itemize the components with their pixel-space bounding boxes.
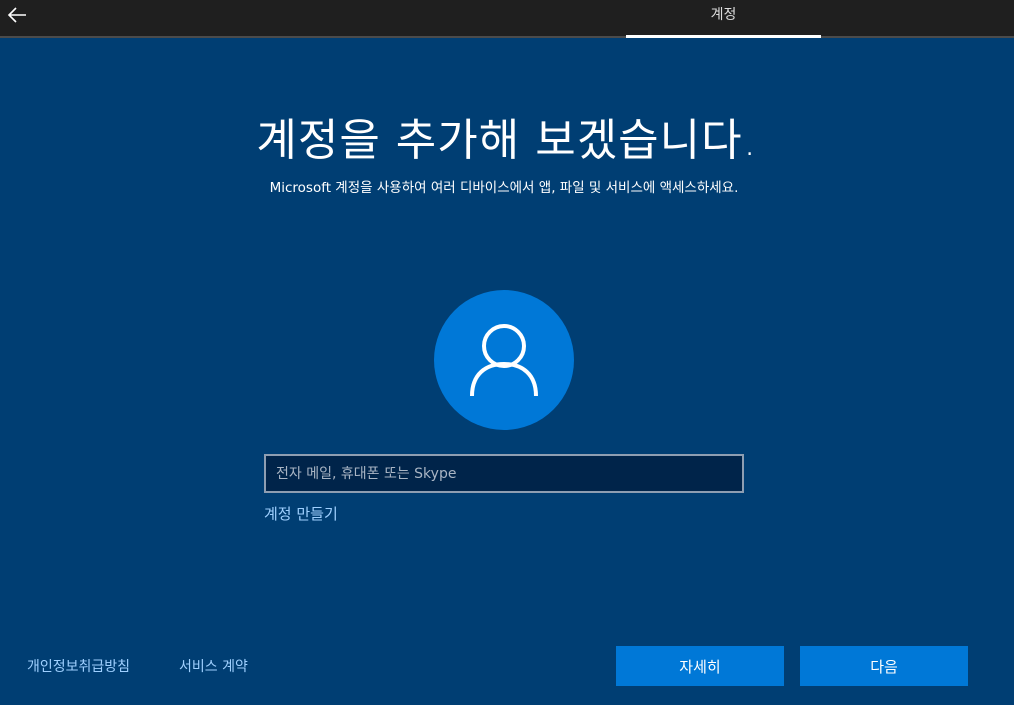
privacy-policy-link[interactable]: 개인정보취급방침 <box>27 656 130 676</box>
page-subtitle: Microsoft 계정을 사용하여 여러 디바이스에서 앱, 파일 및 서비스… <box>269 180 739 196</box>
back-arrow-icon <box>7 7 26 23</box>
tab-account[interactable]: 계정 <box>626 0 821 36</box>
create-account-link[interactable]: 계정 만들기 <box>264 503 338 524</box>
back-button[interactable] <box>2 0 32 30</box>
user-icon <box>470 324 538 397</box>
email-input[interactable] <box>264 454 744 493</box>
top-bar: 계정 <box>0 0 1014 38</box>
page-title: 계정을 추가해 보겠습니다. <box>256 115 758 166</box>
learn-more-button[interactable]: 자세히 <box>616 646 784 686</box>
tab-active-indicator <box>626 35 821 38</box>
service-agreement-link[interactable]: 서비스 계약 <box>179 656 248 676</box>
avatar <box>434 290 574 430</box>
next-button[interactable]: 다음 <box>800 646 968 686</box>
